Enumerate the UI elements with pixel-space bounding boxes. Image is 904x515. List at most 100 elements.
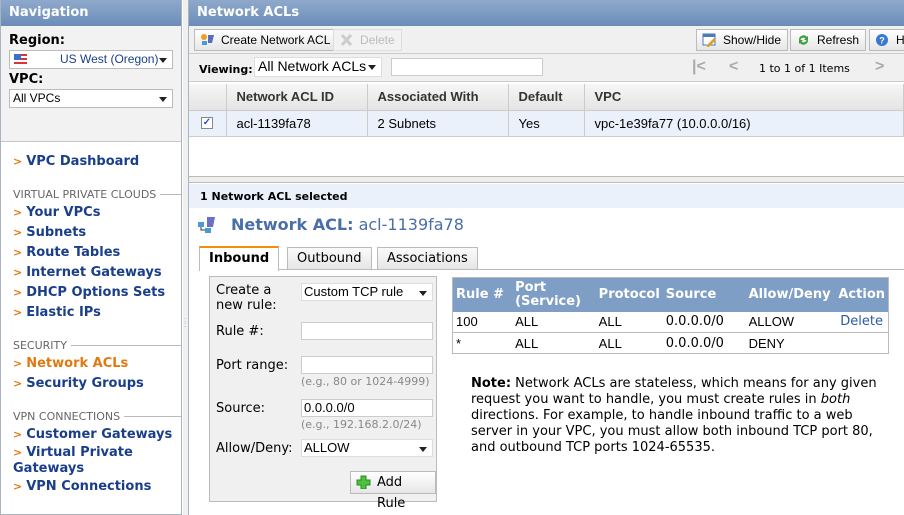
chevron-down-icon (368, 65, 376, 70)
help-button[interactable]: ? Help (869, 29, 904, 51)
svg-text:?: ? (879, 36, 885, 46)
nav-item-internet-gateways[interactable]: > Internet Gateways (13, 263, 181, 283)
show-hide-button[interactable]: Show/Hide (696, 29, 789, 51)
network-acl-icon (198, 217, 215, 233)
rule-row: * ALL ALL 0.0.0.0/0 DENY (452, 332, 889, 354)
rule-protocol: ALL (595, 332, 663, 354)
allow-deny-select[interactable]: ALLOW (301, 439, 433, 457)
rule-allow-deny: DENY (745, 332, 836, 354)
create-rule-form: Create a new rule: Custom TCP rule Rule … (209, 276, 437, 511)
navigation-panel: Navigation Region: US West (Oregon) VPC:… (0, 0, 182, 515)
create-network-acl-button[interactable]: Create Network ACL (194, 29, 338, 51)
previous-page-icon[interactable]: < (729, 58, 738, 76)
chevron-right-icon: > (13, 155, 23, 168)
table-row[interactable]: ✓ acl-1139fa78 2 Subnets Yes vpc-1e39fa7… (189, 110, 904, 137)
rule-number: 100 (452, 311, 513, 333)
rules-table: Rule # Port (Service) Protocol Source Al… (452, 277, 889, 354)
rule-protocol: ALL (595, 311, 663, 333)
detail-splitter[interactable] (189, 177, 904, 183)
chevron-right-icon: > (13, 446, 23, 459)
nav-item-security-groups[interactable]: > Security Groups (13, 374, 181, 394)
rules-column-header: Allow/Deny (745, 277, 836, 312)
nav-item-elastic-ips[interactable]: > Elastic IPs (13, 303, 181, 323)
nav-item-virtual-private-gateways[interactable]: > Virtual Private Gateways (1, 445, 181, 477)
column-header[interactable]: VPC (584, 84, 904, 111)
chevron-right-icon: > (13, 306, 23, 319)
chevron-right-icon: > (13, 206, 23, 219)
associated-with-cell: 2 Subnets (367, 110, 509, 137)
rules-column-header: Action (835, 277, 889, 312)
rule-source: 0.0.0.0/0 (662, 311, 746, 333)
plus-icon (356, 475, 371, 489)
refresh-icon (798, 35, 809, 45)
rules-column-header: Rule # (452, 277, 513, 312)
rules-column-header: Source (662, 277, 746, 312)
filter-input[interactable] (391, 58, 543, 76)
rule-action (835, 332, 889, 354)
chevron-right-icon: > (13, 266, 23, 279)
vpc-select[interactable]: All VPCs (9, 89, 173, 108)
region-select[interactable]: US West (Oregon) (9, 50, 173, 69)
acl-table: Network ACL ID Associated With Default V… (189, 84, 904, 177)
grip-icon: :: (184, 317, 186, 329)
source-input[interactable]: 0.0.0.0/0 (301, 399, 433, 417)
rule-number: * (452, 332, 513, 354)
nav-list: > VPC Dashboard VIRTUAL PRIVATE CLOUDS > Y… (1, 142, 181, 497)
row-checkbox[interactable]: ✓ (201, 117, 213, 129)
rules-header-row: Rule # Port (Service) Protocol Source Al… (452, 277, 889, 312)
tab-bar: Inbound Outbound Associations (199, 246, 904, 271)
region-value: US West (Oregon) (60, 52, 159, 66)
port-range-input[interactable] (301, 356, 433, 374)
chevron-right-icon: > (13, 428, 23, 441)
page-title: Network ACLs (189, 0, 904, 26)
selection-status: 1 Network ACL selected (189, 184, 904, 208)
nav-item-customer-gateways[interactable]: > Customer Gateways (13, 425, 181, 445)
nav-item-route-tables[interactable]: > Route Tables (13, 243, 181, 263)
chevron-down-icon (159, 97, 167, 102)
chevron-right-icon: > (13, 480, 23, 493)
next-page-icon[interactable]: > (875, 58, 884, 76)
delete-button[interactable]: Delete (333, 29, 402, 51)
refresh-button[interactable]: Refresh (790, 29, 867, 51)
column-header[interactable]: Network ACL ID (226, 84, 368, 111)
tab-outbound[interactable]: Outbound (287, 247, 372, 270)
column-header[interactable]: Associated With (367, 84, 509, 111)
nav-item-your-vpcs[interactable]: > Your VPCs (13, 203, 181, 223)
create-rule-label: Create a new rule: (216, 283, 277, 313)
chevron-right-icon: > (13, 357, 23, 370)
chevron-right-icon: > (13, 226, 23, 239)
first-page-icon[interactable]: |< (692, 58, 706, 76)
delete-icon (340, 33, 353, 47)
vpc-value: All VPCs (13, 91, 61, 105)
nav-item-subnets[interactable]: > Subnets (13, 223, 181, 243)
rule-number-label: Rule #: (216, 324, 264, 339)
nav-item-network-acls[interactable]: > Network ACLs (13, 354, 181, 374)
tab-inbound[interactable]: Inbound (199, 246, 279, 271)
toolbar: Create Network ACL Delete Show/Hide Refr… (189, 26, 904, 54)
column-header[interactable]: Default (508, 84, 585, 111)
tab-associations[interactable]: Associations (377, 247, 478, 270)
navigation-title: Navigation (1, 0, 181, 26)
select-column-header (189, 84, 227, 111)
vpc-label: VPC: (9, 72, 44, 87)
viewing-select[interactable]: All Network ACLs (254, 57, 382, 77)
chevron-right-icon: > (13, 286, 23, 299)
rule-number-input[interactable] (301, 322, 433, 340)
chevron-down-icon (419, 291, 427, 296)
nav-item-vpn-connections[interactable]: > VPN Connections (13, 477, 181, 497)
us-flag-icon (14, 54, 27, 65)
rule-type-select[interactable]: Custom TCP rule (301, 283, 433, 301)
rule-allow-deny: ALLOW (745, 311, 836, 333)
nav-item-vpc-dashboard[interactable]: > VPC Dashboard (13, 152, 181, 172)
rules-column-header: Protocol (595, 277, 663, 312)
chevron-down-icon (419, 447, 427, 452)
allow-deny-label: Allow/Deny: (216, 441, 293, 456)
detail-title: Network ACL: acl-1139fa78 (231, 215, 464, 234)
nav-item-dhcp-options[interactable]: > DHCP Options Sets (13, 283, 181, 303)
add-rule-button[interactable]: Add Rule (350, 471, 436, 511)
delete-rule-link[interactable]: Delete (835, 311, 889, 333)
region-label: Region: (9, 33, 65, 48)
view-bar: Viewing: All Network ACLs |< < 1 to 1 of… (189, 54, 904, 82)
default-cell: Yes (508, 110, 585, 137)
stateless-note: Note: Network ACLs are stateless, which … (471, 376, 877, 455)
